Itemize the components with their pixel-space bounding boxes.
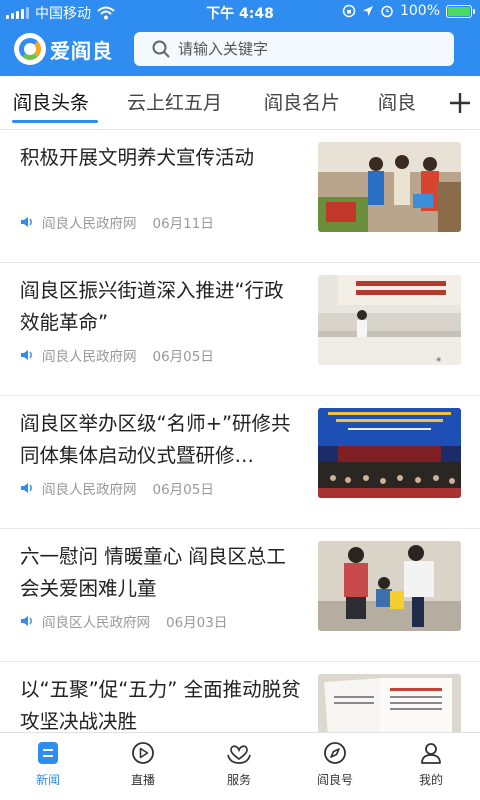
nav-yanliang-hao[interactable]: 阎良号 — [295, 741, 375, 788]
news-date: 06月05日 — [152, 349, 214, 365]
nav-news[interactable]: 新闻 — [8, 741, 88, 788]
news-thumbnail — [318, 142, 461, 232]
active-tab-indicator — [12, 120, 98, 123]
news-date: 06月11日 — [152, 216, 214, 232]
news-item[interactable]: 积极开展文明养犬宣传活动 阎良人民政府网 06月11日 — [0, 130, 480, 263]
nav-service[interactable]: 服务 — [199, 741, 279, 788]
search-box[interactable] — [134, 32, 454, 66]
news-icon — [38, 742, 58, 764]
top-bar: 中国移动 下午 4:48 100% 爱阎良 请输入关键字 — [0, 0, 480, 76]
live-play-icon — [132, 742, 154, 764]
bottom-nav: 新闻 直播 服务 阎良号 我的 — [0, 732, 480, 800]
battery-fill — [448, 6, 470, 16]
news-title: 阎良区举办区级“名师+”研修共同体集体启动仪式暨研修… — [20, 412, 291, 467]
search-input[interactable] — [178, 40, 438, 58]
tab-yunshang[interactable]: 云上红五月 — [127, 88, 222, 115]
speaker-icon[interactable] — [20, 615, 34, 627]
compass-icon — [324, 742, 346, 764]
tab-toutiao[interactable]: 阎良头条 — [13, 88, 89, 115]
news-meta: 阎良人民政府网 06月05日 — [20, 345, 214, 365]
news-meta: 阎良人民政府网 06月11日 — [20, 212, 214, 232]
logo-icon — [14, 33, 46, 65]
news-meta: 阎良人民政府网 06月05日 — [20, 478, 214, 498]
status-bar: 中国移动 下午 4:48 100% — [0, 0, 480, 24]
rotation-lock-icon — [342, 4, 356, 18]
news-date: 06月05日 — [152, 482, 214, 498]
news-title: 六一慰问 情暖童心 阎良区总工会关爱困难儿童 — [20, 545, 286, 600]
nav-live-label: 直播 — [130, 773, 155, 787]
news-item[interactable]: 阎良区振兴街道深入推进“行政效能革命” 阎良人民政府网 06月05日 ◉ — [0, 263, 480, 396]
battery-percent: 100% — [399, 3, 440, 19]
app-logo[interactable]: 爱阎良 — [14, 33, 113, 65]
tab-mingpian[interactable]: 阎良名片 — [264, 88, 340, 115]
app-header: 爱阎良 — [0, 24, 480, 76]
news-title: 阎良区振兴街道深入推进“行政效能革命” — [20, 279, 284, 334]
search-icon — [152, 40, 170, 58]
news-thumbnail — [318, 674, 461, 734]
news-item[interactable]: 阎良区举办区级“名师+”研修共同体集体启动仪式暨研修… 阎良人民政府网 06月0… — [0, 396, 480, 529]
category-tabs: 阎良头条 云上红五月 阎良名片 阎良 — [0, 76, 480, 130]
speaker-icon[interactable] — [20, 482, 34, 494]
add-channel-button[interactable] — [440, 82, 480, 124]
news-item[interactable]: 六一慰问 情暖童心 阎良区总工会关爱困难儿童 阎良区人民政府网 06月03日 — [0, 529, 480, 662]
news-thumbnail — [318, 541, 461, 631]
svg-text:◉: ◉ — [436, 356, 441, 363]
news-source: 阎良人民政府网 — [42, 349, 137, 365]
plus-icon — [450, 93, 470, 113]
news-source: 阎良人民政府网 — [42, 216, 137, 232]
nav-mine-label: 我的 — [418, 773, 443, 787]
app-name: 爱阎良 — [50, 38, 113, 63]
speaker-icon[interactable] — [20, 216, 34, 228]
news-title: 以“五聚”促“五力” 全面推动脱贫攻坚决战决胜 — [20, 678, 301, 733]
tab-more-partial[interactable]: 阎良 — [378, 88, 416, 115]
status-right: 100% — [342, 3, 475, 19]
nav-mine[interactable]: 我的 — [391, 741, 471, 788]
alarm-icon — [381, 5, 393, 18]
news-source: 阎良区人民政府网 — [42, 615, 150, 631]
news-thumbnail — [318, 408, 461, 498]
news-meta: 阎良区人民政府网 06月03日 — [20, 611, 227, 631]
location-icon — [362, 6, 373, 16]
nav-service-label: 服务 — [226, 773, 251, 787]
nav-yanliang-hao-label: 阎良号 — [316, 773, 353, 787]
nav-live[interactable]: 直播 — [103, 741, 183, 788]
speaker-icon[interactable] — [20, 349, 34, 361]
news-source: 阎良人民政府网 — [42, 482, 137, 498]
battery-icon — [446, 4, 475, 18]
news-title: 积极开展文明养犬宣传活动 — [20, 146, 255, 169]
service-heart-icon — [227, 745, 251, 764]
news-date: 06月03日 — [166, 615, 228, 631]
nav-news-label: 新闻 — [35, 773, 60, 787]
news-thumbnail: ◉ — [318, 275, 461, 365]
profile-icon — [421, 743, 441, 764]
